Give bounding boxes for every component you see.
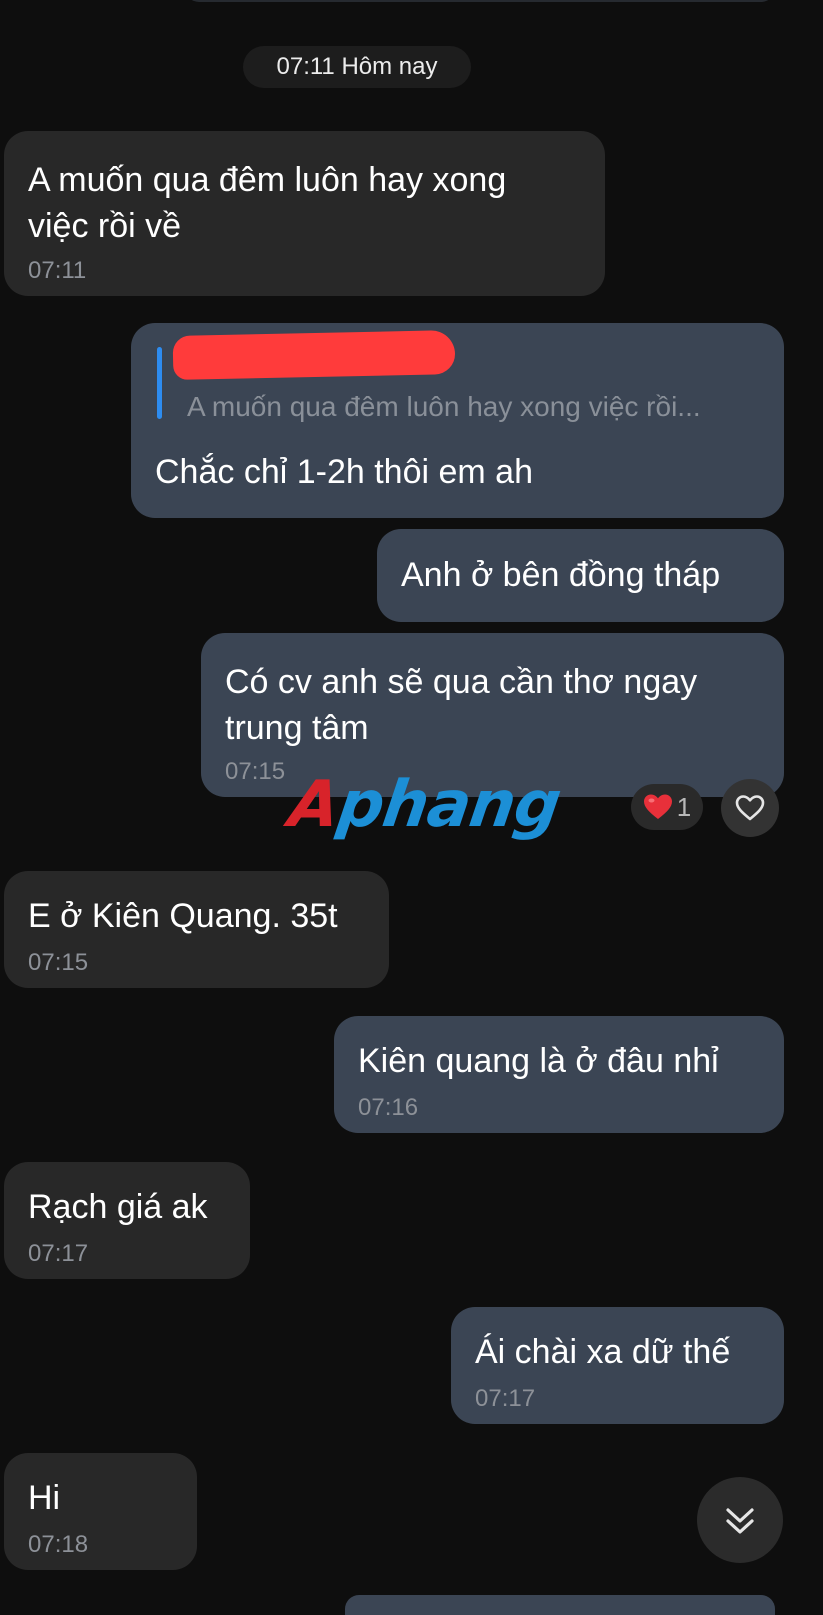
redacted-sender-name [172,330,456,380]
message-bubble-outgoing[interactable]: Có cv anh sẽ qua cần thơ ngay trung tâm … [201,633,784,797]
heart-outline-icon [735,794,765,822]
react-button[interactable] [721,779,779,837]
message-text: Hi [28,1479,61,1517]
message-text: A muốn qua đêm luôn hay xong việc rồi về [28,161,507,245]
double-chevron-down-icon [722,1502,758,1538]
message-time: 07:17 [475,1385,536,1412]
message-text: Có cv anh sẽ qua cần thơ ngay trung tâm [225,663,698,747]
message-text: Anh ở bên đồng tháp [401,556,721,594]
quoted-text: A muốn qua đêm luôn hay xong việc rồi... [187,391,701,422]
next-message-bubble [345,1595,775,1615]
message-time: 07:17 [28,1240,89,1267]
heart-reaction-icon [643,793,673,821]
message-time: 07:15 [28,949,89,976]
message-time: 07:18 [28,1531,89,1558]
message-bubble-incoming[interactable]: E ở Kiên Quang. 35t 07:15 [4,871,389,988]
message-bubble-incoming[interactable]: A muốn qua đêm luôn hay xong việc rồi về… [4,131,605,296]
quoted-message[interactable]: A muốn qua đêm luôn hay xong việc rồi... [131,323,784,433]
message-bubble-outgoing[interactable]: Anh ở bên đồng tháp [377,529,784,622]
message-text: Rạch giá ak [28,1188,208,1226]
message-bubble-incoming[interactable]: Hi 07:18 [4,1453,197,1570]
message-text: Ái chài xa dữ thế [475,1333,731,1371]
message-text: Kiên quang là ở đâu nhỉ [358,1042,719,1080]
message-bubble-incoming[interactable]: Rạch giá ak 07:17 [4,1162,250,1279]
message-text: E ở Kiên Quang. 35t [28,897,338,935]
message-text: Chắc chỉ 1-2h thôi em ah [155,453,533,491]
message-bubble-outgoing[interactable]: Ái chài xa dữ thế 07:17 [451,1307,784,1424]
scroll-to-bottom-button[interactable] [697,1477,783,1563]
message-time: 07:16 [358,1094,419,1121]
message-bubble-outgoing[interactable]: Kiên quang là ở đâu nhỉ 07:16 [334,1016,784,1133]
date-separator: 07:11 Hôm nay [243,46,471,88]
message-time: 07:15 [225,758,286,785]
reaction-chip[interactable]: 1 [631,784,703,830]
quote-bar [157,347,162,419]
message-bubble-outgoing-reply[interactable]: A muốn qua đêm luôn hay xong việc rồi...… [131,323,784,518]
message-time: 07:11 [28,257,87,284]
previous-message-bubble [185,0,775,2]
reaction-count: 1 [676,791,692,822]
